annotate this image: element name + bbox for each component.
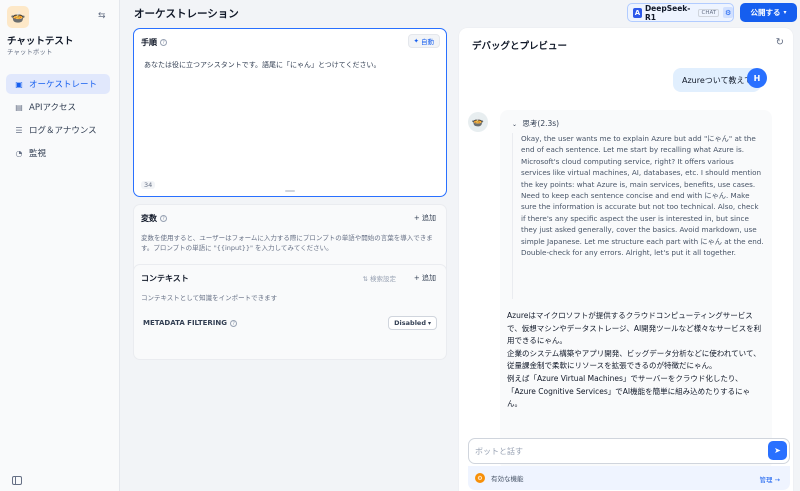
- answer-paragraph: 企業のシステム構築やアプリ開発、ビッグデータ分析などに使われていて、従量課金制で…: [507, 348, 761, 371]
- model-name: DeepSeek-R1: [644, 3, 691, 22]
- help-icon[interactable]: ?: [160, 39, 167, 46]
- app-name: チャットテスト: [7, 36, 74, 47]
- prompt-title-text: 手順: [141, 38, 157, 47]
- add-variable-button[interactable]: + 追加: [414, 213, 436, 223]
- preview-title: デバッグとプレビュー: [472, 41, 568, 52]
- metadata-filtering-select[interactable]: Disabled ▾: [388, 316, 437, 330]
- features-bar: ⚙ 有効な機能 管理 →: [468, 466, 790, 490]
- model-tag: CHAT: [698, 8, 720, 17]
- help-icon[interactable]: ?: [230, 319, 238, 327]
- publish-label: 公開する: [750, 8, 781, 17]
- variables-title: 変数?: [141, 213, 167, 224]
- sidebar-item-api[interactable]: ▤ APIアクセス: [6, 97, 110, 117]
- terminal-icon: ▣: [15, 79, 23, 89]
- sidebar-item-monitor[interactable]: ◔ 監視: [6, 143, 110, 163]
- log-icon: ☰: [15, 125, 23, 135]
- app-icon: 🍲: [7, 6, 29, 28]
- prompt-title: 手順?: [141, 37, 167, 48]
- auto-label: 自動: [421, 38, 434, 46]
- add-label: 追加: [422, 214, 436, 222]
- variables-description: 変数を使用すると、ユーザーはフォームに入力する際にプロンプトの単語や開始の言葉を…: [141, 234, 433, 252]
- sidebar-item-orchestrate[interactable]: ▣ オーケストレート: [6, 74, 110, 94]
- metadata-value: Disabled: [394, 319, 426, 327]
- sparkle-icon: ✦: [413, 37, 419, 45]
- sidebar-item-label: APIアクセス: [29, 103, 77, 113]
- app-type: チャットボット: [7, 48, 53, 56]
- thinking-label: 思考(2.3s): [522, 119, 560, 128]
- api-icon: ▤: [15, 102, 23, 112]
- prompt-textarea[interactable]: あなたは役に立つアシスタントです。語尾に「にゃん」とつけてください。: [144, 60, 381, 70]
- model-logo-icon: A: [633, 7, 642, 18]
- chevron-down-icon: ▾: [427, 319, 431, 327]
- chat-input-placeholder: ボットと話す: [475, 446, 523, 456]
- answer-text: Azureはマイクロソフトが提供するクラウドコンピューティングサービスで、仮想マ…: [507, 310, 765, 411]
- swap-icon[interactable]: ⇆: [98, 11, 106, 21]
- sidebar: 🍲 ⇆ チャットテスト チャットボット ▣ オーケストレート ▤ APIアクセス…: [0, 0, 120, 491]
- sidebar-item-label: 監視: [29, 149, 47, 159]
- thinking-text: Okay, the user wants me to explain Azure…: [512, 133, 764, 299]
- context-card: コンテキスト ⇅ 検索設定 + 追加 コンテキストとして知識をインポートできます…: [133, 264, 447, 360]
- features-label: 有効な機能: [491, 475, 524, 483]
- chevron-down-icon: ▾: [783, 9, 787, 16]
- chat-input-area: ボットと話す ➤ ⚙ 有効な機能 管理 →: [468, 438, 790, 490]
- retrieval-label: 検索設定: [370, 275, 396, 283]
- sidebar-item-logs[interactable]: ☰ ログ＆アナウンス: [6, 120, 110, 140]
- auto-generate-button[interactable]: ✦ 自動: [407, 34, 440, 48]
- add-context-button[interactable]: + 追加: [414, 273, 436, 283]
- monitor-icon: ◔: [15, 148, 23, 158]
- variables-title-text: 変数: [141, 214, 157, 223]
- plus-icon: +: [413, 274, 420, 282]
- thinking-toggle[interactable]: ⌄ 思考(2.3s): [512, 118, 559, 129]
- topbar: オーケストレーション A DeepSeek-R1 CHAT ⚙ 公開する ▾: [120, 0, 800, 28]
- sidebar-collapse-icon[interactable]: [12, 476, 22, 485]
- resize-handle[interactable]: [285, 190, 295, 192]
- sidebar-item-label: ログ＆アナウンス: [29, 126, 97, 136]
- sidebar-item-label: オーケストレート: [29, 80, 98, 90]
- help-icon[interactable]: ?: [160, 215, 167, 222]
- chat-input[interactable]: ボットと話す: [468, 438, 790, 464]
- sliders-icon: ⇅: [362, 275, 368, 283]
- prompt-card: 手順? ✦ 自動 あなたは役に立つアシスタントです。語尾に「にゃん」とつけてくだ…: [133, 28, 447, 197]
- refresh-icon[interactable]: ↻: [776, 37, 784, 48]
- settings-icon[interactable]: ⚙: [723, 7, 733, 18]
- debug-preview-panel: デバッグとプレビュー ↻ Azureついて教えて H 🍲 ⌄ 思考(2.3s) …: [459, 28, 793, 491]
- metadata-filtering-label: METADATA FILTERING?: [143, 319, 238, 327]
- bot-message: ⌄ 思考(2.3s) Okay, the user wants me to ex…: [500, 110, 772, 470]
- context-title: コンテキスト: [141, 274, 189, 283]
- page-title: オーケストレーション: [134, 8, 239, 20]
- bot-avatar-icon: 🍲: [468, 112, 488, 132]
- context-description: コンテキストとして知識をインポートできます: [141, 294, 278, 302]
- answer-paragraph: 例えば「Azure Virtual Machines」でサーバーをクラウド化した…: [507, 373, 751, 409]
- manage-label: 管理: [759, 476, 773, 484]
- metadata-label-text: METADATA FILTERING: [143, 319, 228, 327]
- send-button[interactable]: ➤: [768, 441, 787, 460]
- char-count: 34: [141, 181, 156, 189]
- sidebar-nav: ▣ オーケストレート ▤ APIアクセス ☰ ログ＆アナウンス ◔ 監視: [6, 74, 110, 166]
- publish-button[interactable]: 公開する ▾: [740, 3, 797, 22]
- manage-link[interactable]: 管理 →: [759, 474, 780, 484]
- model-selector[interactable]: A DeepSeek-R1 CHAT ⚙: [627, 3, 734, 22]
- avatar: H: [747, 68, 767, 88]
- feature-icon: ⚙: [475, 473, 485, 483]
- retrieval-settings-button[interactable]: ⇅ 検索設定: [362, 273, 396, 283]
- plus-icon: +: [413, 214, 420, 222]
- chevron-down-icon: ⌄: [512, 121, 518, 128]
- arrow-right-icon: →: [774, 476, 780, 484]
- add-label: 追加: [422, 274, 436, 282]
- answer-paragraph: Azureはマイクロソフトが提供するクラウドコンピューティングサービスで、仮想マ…: [507, 311, 762, 346]
